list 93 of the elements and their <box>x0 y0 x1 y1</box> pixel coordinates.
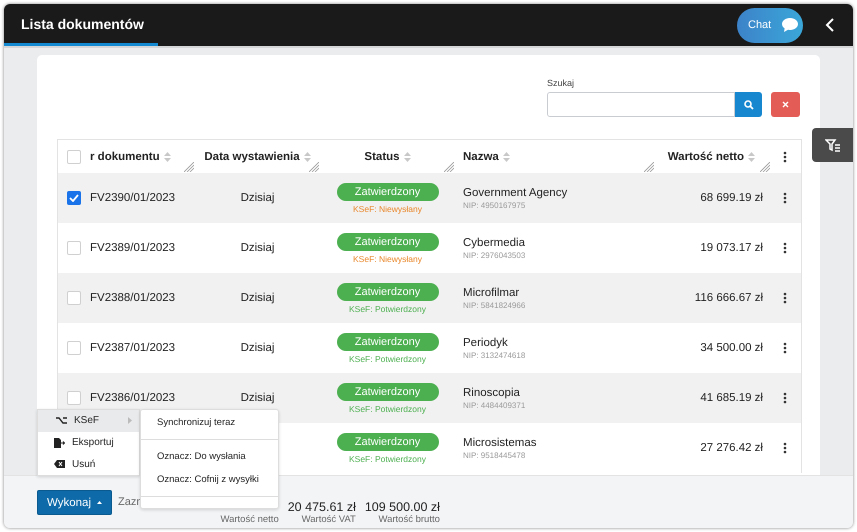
select-all-checkbox[interactable] <box>67 150 81 164</box>
document-number: FV2386/01/2023 <box>90 392 176 404</box>
net-value: 27 276.42 zł <box>700 442 763 454</box>
net-value: 116 666.67 zł <box>694 292 763 304</box>
nip-number: NIP: 9518445478 <box>463 450 526 460</box>
issue-date: Dzisiaj <box>240 192 274 204</box>
menu-item[interactable]: Usuń <box>38 453 139 476</box>
more-options-icon[interactable] <box>783 242 787 254</box>
status-badge: Zatwierdzony <box>336 432 438 450</box>
status-badge: Zatwierdzony <box>336 332 438 350</box>
file-export-icon <box>54 438 65 448</box>
resize-handle-icon[interactable] <box>184 162 194 172</box>
close-icon <box>782 101 789 108</box>
net-value: 41 685.19 zł <box>700 392 763 404</box>
more-options-icon[interactable] <box>783 292 787 304</box>
filter-tab[interactable] <box>812 128 853 162</box>
caret-right-icon <box>128 417 132 424</box>
search-icon <box>744 100 754 110</box>
search-button[interactable] <box>735 92 762 117</box>
submenu-item[interactable]: Oznacz: Cofnij z wysyłki <box>141 473 278 487</box>
clear-button[interactable] <box>771 92 800 117</box>
speech-bubble-icon <box>781 17 800 33</box>
more-options-icon[interactable] <box>783 342 787 354</box>
contractor-name: Microfilmar <box>463 286 520 298</box>
row-checkbox[interactable] <box>67 191 81 205</box>
net-value: 68 699.19 zł <box>700 192 763 204</box>
document-number: FV2389/01/2023 <box>90 242 176 254</box>
search-label: Szukaj <box>547 78 576 88</box>
backspace-icon <box>54 460 65 468</box>
column-header[interactable]: Status <box>364 150 400 162</box>
contractor-name: Periodyk <box>463 336 509 348</box>
column-header[interactable]: Nazwa <box>463 150 499 162</box>
sort-icon[interactable] <box>164 152 171 162</box>
sort-icon[interactable] <box>748 152 755 162</box>
column-header[interactable]: Data wystawienia <box>204 150 300 162</box>
ksef-status: KSeF: Niewysłany <box>353 204 422 214</box>
option-key-icon <box>56 417 67 424</box>
column-header[interactable]: Wartość netto <box>668 150 744 162</box>
contractor-name: Rinoscopia <box>463 386 521 398</box>
net-value: 34 500.00 zł <box>700 342 763 354</box>
chat-button[interactable]: Chat <box>737 8 803 42</box>
issue-date: Dzisiaj <box>240 392 274 404</box>
active-tab[interactable]: Lista dokumentów <box>4 4 158 46</box>
ksef-status: KSeF: Potwierdzony <box>348 304 426 314</box>
caret-icon <box>97 501 102 504</box>
nip-number: NIP: 4950167975 <box>463 200 526 210</box>
status-badge: Zatwierdzony <box>336 382 438 400</box>
total-value: 109 500.00 zł <box>364 500 440 514</box>
chevron-left-icon[interactable] <box>825 17 835 33</box>
sort-icon[interactable] <box>502 152 510 162</box>
more-options-icon[interactable] <box>783 442 787 454</box>
ksef-status: KSeF: Niewysłany <box>353 254 422 264</box>
status-badge: Zatwierdzony <box>336 282 438 300</box>
filter-list-icon <box>824 138 840 152</box>
more-options-icon[interactable] <box>783 392 787 404</box>
action-button[interactable]: Wykonaj <box>37 490 112 515</box>
more-options-icon[interactable] <box>783 150 787 162</box>
submenu-item[interactable]: Synchronizuj teraz <box>141 416 278 430</box>
column-header[interactable]: r dokumentu <box>90 150 160 162</box>
contractor-name: Government Agency <box>463 186 568 198</box>
net-value: 19 073.17 zł <box>700 242 763 254</box>
total-label: Wartość netto <box>220 514 279 525</box>
total-label: Wartość VAT <box>302 514 356 525</box>
total-label: Wartość brutto <box>378 514 440 525</box>
document-number: FV2387/01/2023 <box>90 342 176 354</box>
more-options-icon[interactable] <box>783 192 787 204</box>
resize-handle-icon[interactable] <box>309 162 319 172</box>
nip-number: NIP: 4484409371 <box>463 400 526 410</box>
nip-number: NIP: 2976043503 <box>463 250 526 260</box>
menu-item[interactable]: Eksportuj <box>38 432 139 454</box>
document-number: FV2390/01/2023 <box>90 192 176 204</box>
nip-number: NIP: 3132474618 <box>463 350 526 360</box>
status-badge: Zatwierdzony <box>336 232 438 250</box>
nip-number: NIP: 5841824966 <box>463 300 526 310</box>
submenu-item[interactable]: Oznacz: Do wysłania <box>141 450 278 464</box>
ksef-status: KSeF: Potwierdzony <box>348 354 426 364</box>
total-value: 20 475.61 zł <box>288 500 356 514</box>
status-badge: Zatwierdzony <box>336 182 438 200</box>
contractor-name: Cybermedia <box>463 236 526 248</box>
issue-date: Dzisiaj <box>240 242 274 254</box>
ksef-status: KSeF: Potwierdzony <box>348 454 426 464</box>
issue-date: Dzisiaj <box>240 342 274 354</box>
ksef-status: KSeF: Potwierdzony <box>348 404 426 414</box>
sort-icon[interactable] <box>304 152 311 162</box>
menu-item[interactable]: KSeF <box>38 410 139 432</box>
search-field[interactable] <box>547 92 735 117</box>
resize-handle-icon[interactable] <box>444 162 454 172</box>
resize-handle-icon[interactable] <box>644 162 654 172</box>
document-number: FV2388/01/2023 <box>90 292 176 304</box>
resize-handle-icon[interactable] <box>760 162 770 172</box>
contractor-name: Microsistemas <box>463 436 538 448</box>
sort-icon[interactable] <box>404 152 411 162</box>
issue-date: Dzisiaj <box>240 292 274 304</box>
